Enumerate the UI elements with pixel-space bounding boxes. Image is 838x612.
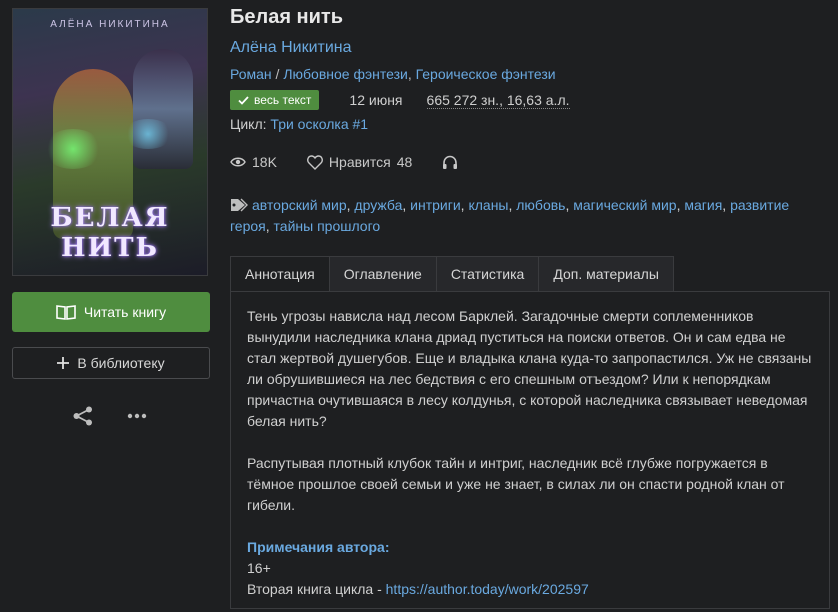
tag-link[interactable]: кланы (468, 197, 508, 213)
tag-link[interactable]: интриги (410, 197, 461, 213)
share-icon[interactable] (72, 406, 94, 426)
annotation-paragraph: Тень угрозы нависла над лесом Барклей. З… (247, 308, 812, 429)
cover-figure-witch (133, 49, 193, 169)
genre-link[interactable]: Героическое фэнтези (416, 66, 556, 82)
cycle-link[interactable]: Три осколка #1 (270, 116, 368, 132)
status-badge-label: весь текст (254, 93, 312, 107)
cycle-label: Цикл: (230, 116, 267, 132)
genre-link[interactable]: Любовное фэнтези (283, 66, 408, 82)
like-button[interactable]: Нравится 48 (306, 154, 413, 170)
likes-count: 48 (396, 154, 413, 170)
audiobook-button[interactable] (442, 155, 458, 170)
status-badge: весь текст (230, 90, 320, 110)
author-link[interactable]: Алёна Никитина (230, 39, 352, 57)
open-book-icon (56, 305, 76, 320)
checkmark-icon (238, 95, 249, 105)
next-book-label: Вторая книга цикла - (247, 581, 386, 597)
heart-icon (306, 154, 323, 170)
next-book-link[interactable]: https://author.today/work/202597 (386, 581, 589, 597)
update-date: 12 июня (349, 92, 403, 108)
headphones-icon (443, 155, 458, 169)
content-tabs: Аннотация Оглавление Статистика Доп. мат… (230, 256, 674, 292)
tab-extra-materials[interactable]: Доп. материалы (539, 256, 674, 292)
cover-magic-glow (43, 129, 103, 169)
more-options-icon[interactable] (126, 406, 148, 426)
eye-icon (230, 157, 246, 167)
genre-list: Роман / Любовное фэнтези, Героическое фэ… (230, 66, 556, 82)
likes-label: Нравится (328, 154, 391, 170)
tab-annotation[interactable]: Аннотация (230, 256, 330, 292)
cover-title: БЕЛАЯ НИТЬ (50, 203, 170, 263)
tag-link[interactable]: магический мир (573, 197, 676, 213)
tag-link[interactable]: тайны прошлого (274, 218, 381, 234)
tag-icon (231, 198, 248, 212)
tag-list: авторский мир, дружба, интриги, кланы, л… (230, 197, 790, 234)
tab-statistics[interactable]: Статистика (436, 256, 540, 292)
tag-link[interactable]: любовь (516, 197, 565, 213)
views-stat: 18K (230, 154, 277, 170)
author-notes-title: Примечания автора: (247, 539, 390, 555)
book-title: Белая нить (230, 6, 344, 28)
read-book-label: Читать книгу (83, 304, 167, 320)
age-rating: 16+ (247, 560, 271, 576)
genre-link[interactable]: Роман (230, 66, 272, 82)
tag-link[interactable]: авторский мир (252, 197, 347, 213)
cycle-info: Цикл: Три осколка #1 (230, 116, 368, 132)
cover-author: АЛЁНА НИКИТИНА (50, 19, 170, 30)
book-cover[interactable]: АЛЁНА НИКИТИНА БЕЛАЯ НИТЬ (12, 8, 208, 276)
add-to-library-button[interactable]: В библиотеку (12, 347, 210, 379)
views-count: 18K (252, 154, 277, 170)
cover-magic-glow-blue (123, 119, 173, 149)
book-stats: 18K Нравится 48 (230, 154, 458, 170)
annotation-paragraph: Распутывая плотный клубок тайн и интриг,… (247, 455, 785, 513)
book-size: 665 272 зн., 16,63 а.л. (426, 91, 570, 109)
tag-link[interactable]: магия (684, 197, 722, 213)
tab-contents[interactable]: Оглавление (329, 256, 437, 292)
book-meta: весь текст 12 июня 665 272 зн., 16,63 а.… (230, 90, 570, 110)
next-book-line: Вторая книга цикла - https://author.toda… (247, 579, 813, 600)
read-book-button[interactable]: Читать книгу (12, 292, 210, 332)
annotation-panel: Тень угрозы нависла над лесом Барклей. З… (230, 291, 830, 609)
add-to-library-label: В библиотеку (77, 355, 165, 371)
plus-icon (57, 357, 70, 369)
tag-link[interactable]: дружба (354, 197, 402, 213)
